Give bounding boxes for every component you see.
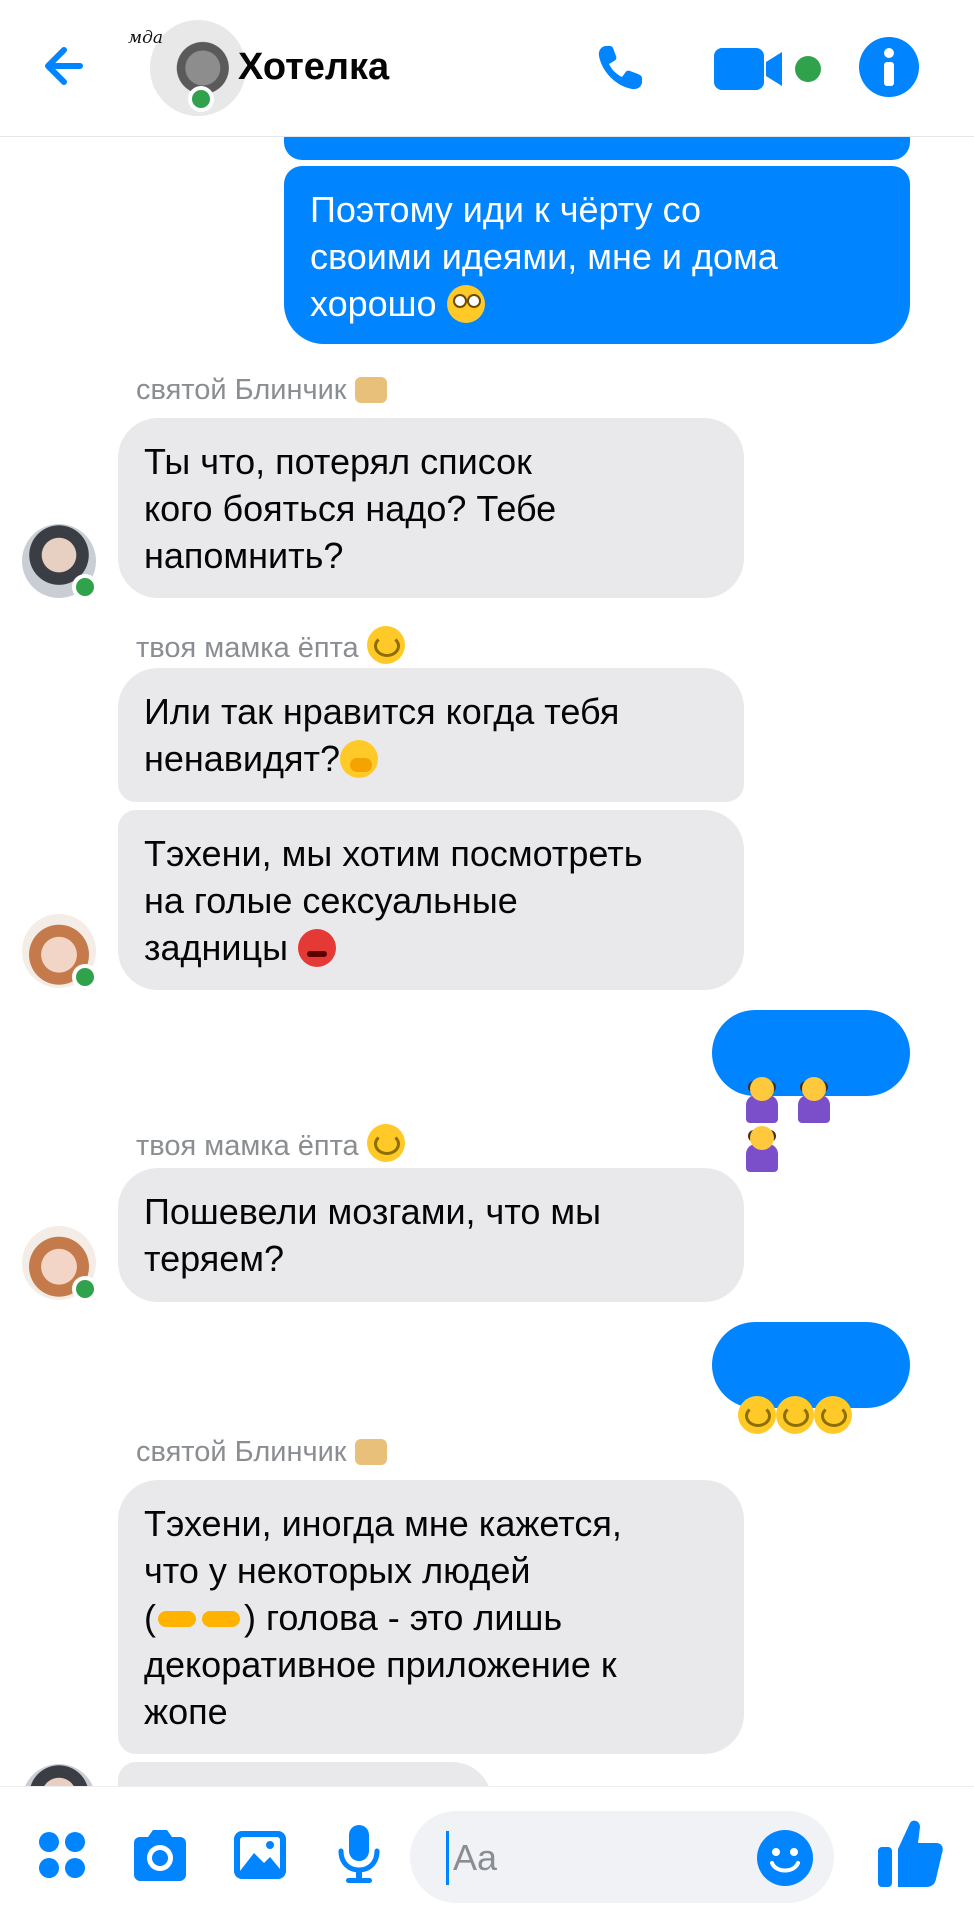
info-icon[interactable] xyxy=(858,36,920,103)
message-bubble-partial[interactable] xyxy=(118,1762,492,1786)
message-input[interactable] xyxy=(446,1831,755,1885)
microphone-icon[interactable] xyxy=(334,1823,384,1890)
chat-header: мда Хотелка xyxy=(0,0,974,137)
message-bubble-outgoing[interactable] xyxy=(712,1010,910,1172)
online-status-dot xyxy=(72,574,98,600)
avatar-caption: мда xyxy=(128,28,164,48)
message-bubble-outgoing[interactable] xyxy=(712,1322,910,1434)
thumbs-up-icon[interactable] xyxy=(876,1817,944,1894)
camera-icon[interactable] xyxy=(130,1827,190,1888)
message-bubble-incoming[interactable]: Или так нравится когда тебя ненавидят? xyxy=(118,668,744,802)
head-massage-emoji xyxy=(738,1124,786,1172)
online-status-dot xyxy=(188,86,214,112)
eye-roll-emoji xyxy=(446,285,485,323)
image-icon[interactable] xyxy=(232,1827,288,1888)
woozy-face-emoji xyxy=(366,626,405,664)
head-massage-emoji xyxy=(790,1075,838,1123)
message-bubble-outgoing[interactable]: Поэтому иди к чёрту со своими идеями, мн… xyxy=(284,166,910,344)
woozy-face-emoji xyxy=(366,1124,405,1162)
woozy-face-emoji xyxy=(738,1396,776,1434)
apps-grid-icon[interactable] xyxy=(36,1829,88,1886)
message-text: Поэтому иди к чёрту со своими идеями, мн… xyxy=(310,189,778,324)
pointing-left-emoji xyxy=(200,1599,244,1637)
message-text: Ты что, потерял список кого бояться надо… xyxy=(144,441,557,576)
head-massage-emoji xyxy=(738,1075,786,1123)
phone-icon[interactable] xyxy=(592,40,648,101)
chat-title[interactable]: Хотелка xyxy=(238,46,389,89)
message-text: Пошевели мозгами, что мы теряем? xyxy=(144,1191,602,1279)
message-text: Тэхени, мы хотим посмотреть на голые сек… xyxy=(144,833,643,968)
message-bubble-incoming[interactable]: Пошевели мозгами, что мы теряем? xyxy=(118,1168,744,1302)
message-bubble-partial[interactable] xyxy=(284,136,910,160)
message-bubble-incoming[interactable]: Тэхени, иногда мне кажется, что у некото… xyxy=(118,1480,744,1754)
message-text: Или так нравится когда тебя ненавидят? xyxy=(144,691,620,779)
message-list[interactable]: Поэтому иди к чёрту со своими идеями, мн… xyxy=(0,136,974,1786)
message-input-pill[interactable] xyxy=(410,1811,834,1903)
hand-over-mouth-emoji xyxy=(340,740,379,778)
message-bubble-incoming[interactable]: Тэхени, мы хотим посмотреть на голые сек… xyxy=(118,810,744,990)
online-status-dot xyxy=(72,1276,98,1302)
woozy-face-emoji xyxy=(814,1396,852,1434)
online-status-dot xyxy=(72,964,98,990)
sender-avatar[interactable] xyxy=(22,1764,96,1786)
message-composer xyxy=(0,1786,974,1921)
woozy-face-emoji xyxy=(776,1396,814,1434)
sender-name: твоя мамка ёпта xyxy=(136,626,405,665)
sender-name: святой Блинчик xyxy=(136,374,387,407)
emoji-icon[interactable] xyxy=(756,1829,814,1892)
video-camera-icon[interactable] xyxy=(712,44,822,99)
sender-name: святой Блинчик xyxy=(136,1436,387,1469)
pancake-emoji xyxy=(354,377,387,403)
pointing-right-emoji xyxy=(156,1599,200,1637)
angry-face-emoji xyxy=(298,929,337,967)
chat-avatar[interactable]: мда xyxy=(128,20,246,116)
message-bubble-incoming[interactable]: Ты что, потерял список кого бояться надо… xyxy=(118,418,744,598)
sender-name: твоя мамка ёпта xyxy=(136,1124,405,1163)
pancake-emoji xyxy=(354,1439,387,1465)
back-arrow-icon[interactable] xyxy=(36,38,92,94)
